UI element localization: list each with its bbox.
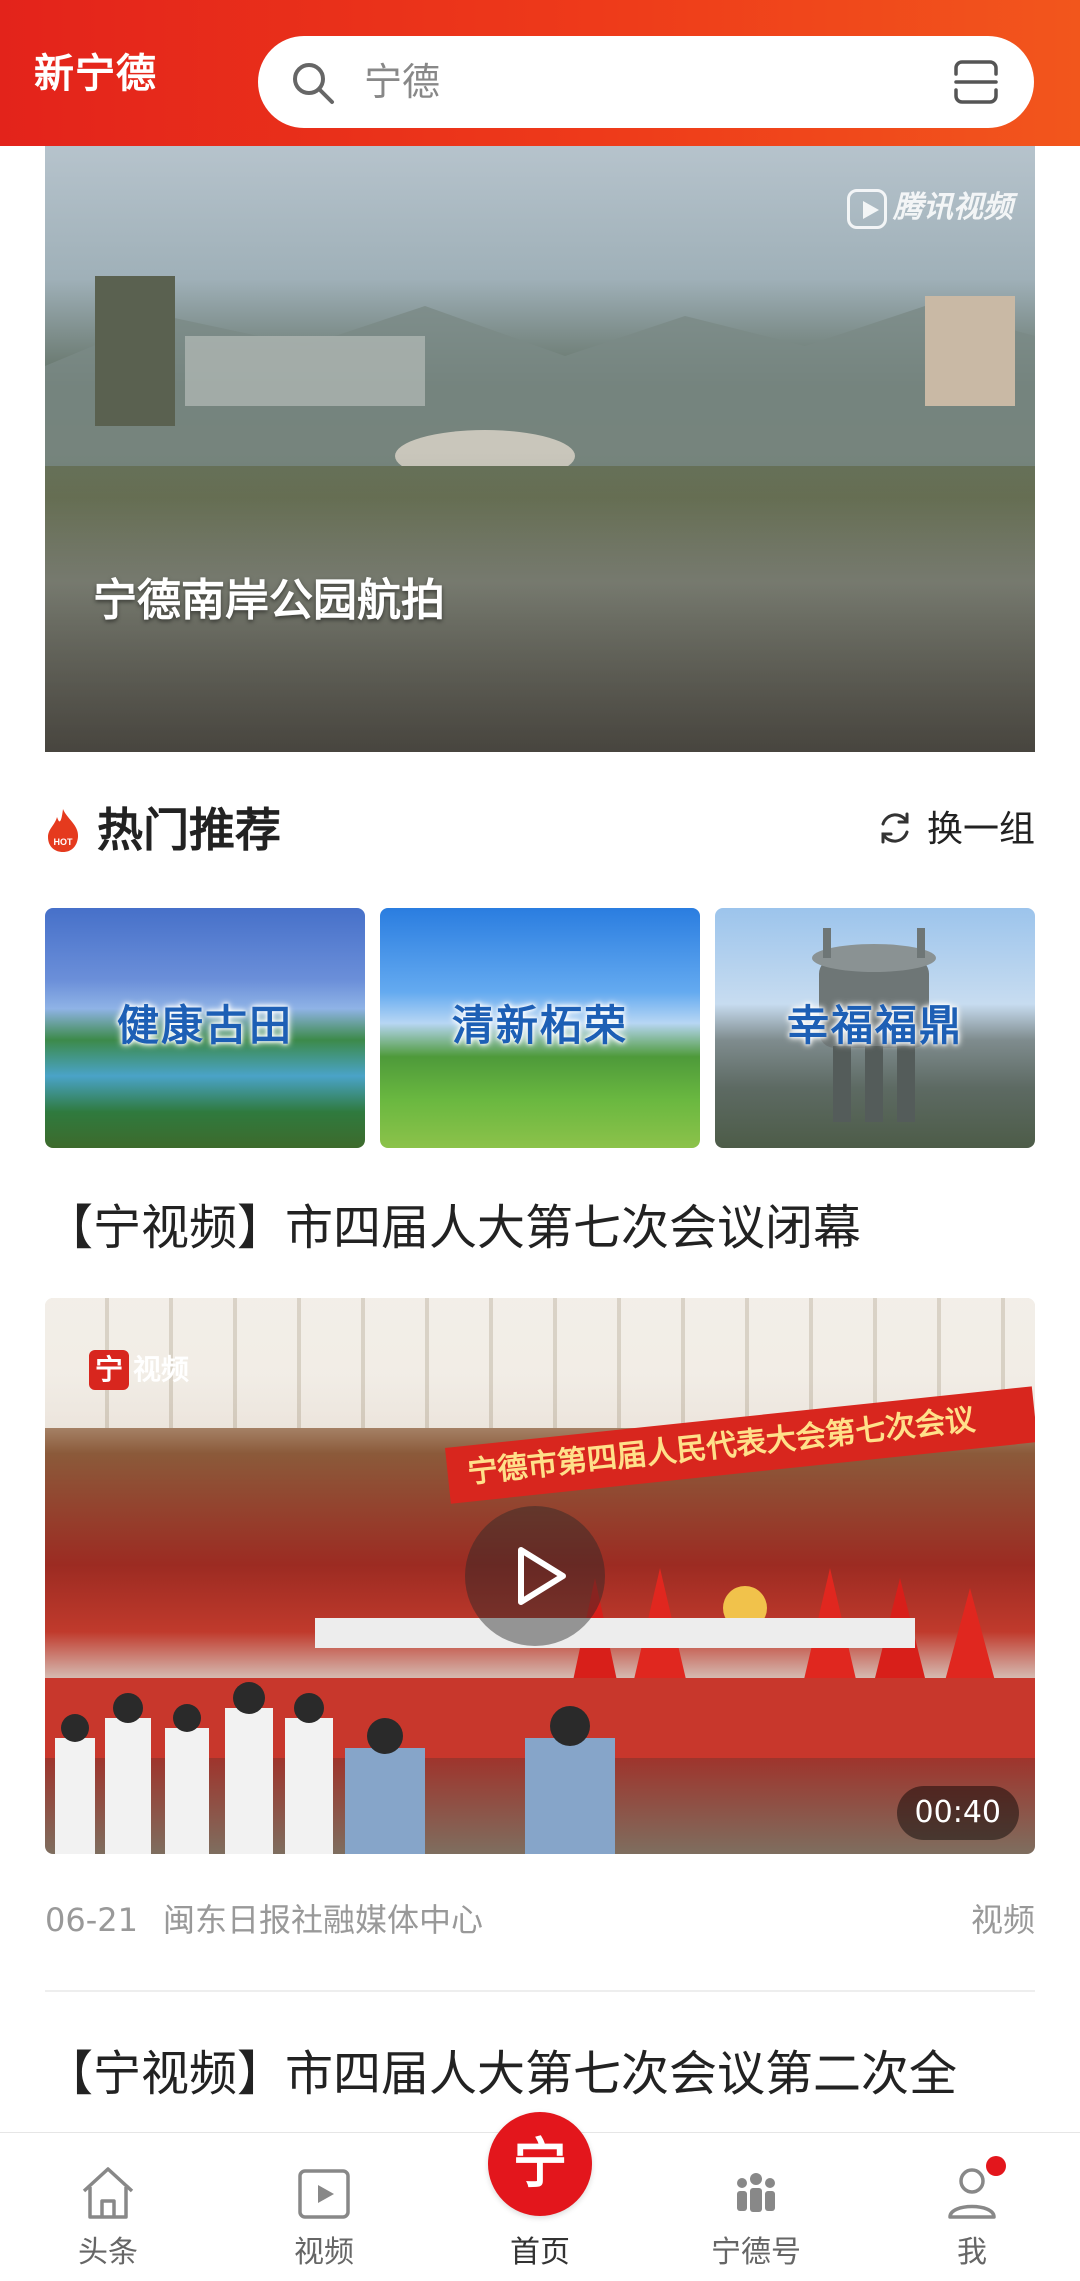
watermark-text: 腾讯视频: [893, 190, 1013, 225]
top-header: 新宁德 宁德: [0, 0, 1080, 146]
hot-cards: 健康古田 清新柘荣 幸福福鼎: [45, 908, 1035, 1148]
channel-logo: 宁视频: [89, 1348, 189, 1390]
tab-label: 我: [957, 2235, 987, 2270]
app-logo[interactable]: 新宁德: [34, 44, 157, 104]
refresh-icon: [881, 812, 909, 844]
notification-dot: [986, 2156, 1006, 2176]
refresh-label: 换一组: [926, 809, 1035, 850]
article-title[interactable]: 【宁视频】市四届人大第七次会议闭幕: [45, 1188, 861, 1268]
hot-card-title: 清新柘荣: [451, 1001, 628, 1050]
tab-label: 宁德号: [711, 2235, 801, 2270]
refresh-button[interactable]: 换一组: [877, 795, 1035, 865]
hot-fire-icon: HOT: [48, 809, 79, 852]
hot-section-title: 热门推荐: [97, 803, 281, 857]
hot-card-gutian[interactable]: 健康古田: [45, 908, 365, 1148]
home-icon: [82, 2167, 134, 2219]
video-duration: 00:40: [896, 1786, 1019, 1840]
video-thumbnail[interactable]: 宁德市第四届人民代表大会第七次会议 宁视频 00:40: [45, 1298, 1035, 1854]
hot-section-header: HOT 热门推荐 换一组: [45, 795, 1035, 865]
article-date: 06-21: [45, 1901, 138, 1939]
hot-card-title: 健康古田: [116, 1001, 293, 1050]
tab-label: 头条: [78, 2235, 138, 2270]
article-source[interactable]: 闽东日报社融媒体中心: [163, 1890, 483, 1950]
tab-headlines[interactable]: 头条: [0, 2133, 216, 2281]
tab-video[interactable]: 视频: [216, 2133, 432, 2281]
play-logo-icon: [847, 188, 887, 229]
hot-card-fuding[interactable]: 幸福福鼎: [715, 908, 1035, 1148]
hero-title[interactable]: 宁德南岸公园航拍: [93, 564, 445, 628]
divider: [45, 1990, 1035, 1992]
hot-card-title: 幸福福鼎: [786, 1001, 963, 1050]
scan-icon[interactable]: [952, 58, 1000, 106]
tab-label: 首页: [510, 2235, 570, 2270]
search-input[interactable]: 宁德: [364, 36, 440, 128]
search-bar[interactable]: 宁德: [258, 36, 1034, 128]
article-tag: 视频: [970, 1901, 1035, 1939]
channel-logo-text: 视频: [133, 1353, 190, 1386]
video-icon: [298, 2169, 350, 2219]
tab-me[interactable]: 我: [864, 2133, 1080, 2281]
people-icon: [737, 2173, 775, 2212]
play-icon: [518, 1547, 566, 1605]
play-button[interactable]: [465, 1506, 605, 1646]
article-title[interactable]: 【宁视频】市四届人大第七次会议第二次全: [45, 2034, 957, 2114]
search-icon: [293, 63, 334, 104]
home-center-button[interactable]: 宁: [488, 2112, 592, 2216]
hero-banner[interactable]: 腾讯视频 宁德南岸公园航拍: [45, 146, 1035, 752]
hot-badge-text: HOT: [54, 837, 74, 847]
hot-card-zherong[interactable]: 清新柘荣: [380, 908, 700, 1148]
hero-landscape-image: [45, 276, 1035, 466]
ning-logo-mark: 宁: [89, 1350, 129, 1390]
video-watermark: 腾讯视频: [847, 182, 1013, 229]
tab-label: 视频: [294, 2235, 354, 2270]
tab-ningde-accounts[interactable]: 宁德号: [648, 2133, 864, 2281]
article-meta: 06-21 闽东日报社融媒体中心 视频: [45, 1890, 1035, 1950]
